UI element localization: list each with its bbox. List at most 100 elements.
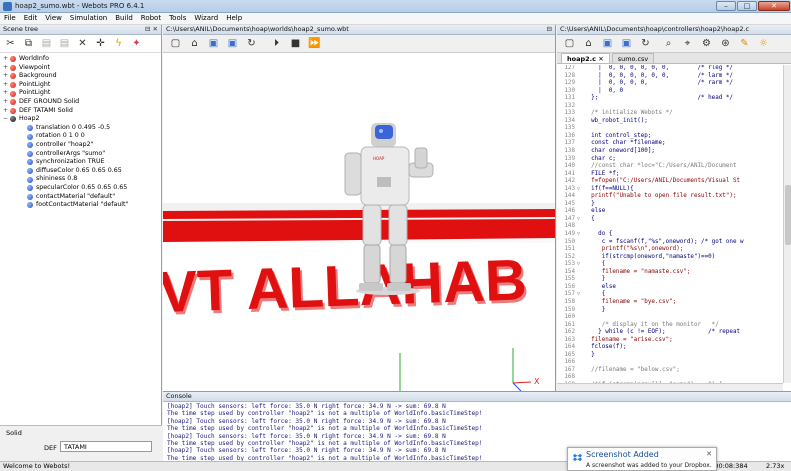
fold-marker-icon[interactable]: [577, 125, 584, 133]
code-line[interactable]: 161 /* display it on the monitor */: [557, 322, 783, 330]
menu-simulation[interactable]: Simulation: [66, 13, 111, 22]
fold-marker-icon[interactable]: [577, 359, 584, 367]
fold-marker-icon[interactable]: [577, 246, 584, 254]
save-all-icon[interactable]: ▣: [620, 37, 633, 50]
fold-marker-icon[interactable]: [577, 344, 584, 352]
tree-field[interactable]: synchronization TRUE: [2, 158, 159, 167]
editor-horizontal-scrollbar[interactable]: [557, 383, 783, 391]
code-line[interactable]: 149 ▽ do {: [557, 231, 783, 239]
fold-marker-icon[interactable]: [577, 88, 584, 96]
code-line[interactable]: 160: [557, 314, 783, 322]
fold-marker-icon[interactable]: [577, 65, 584, 73]
fold-marker-icon[interactable]: [577, 140, 584, 148]
code-line[interactable]: 136 int control_step;: [557, 133, 783, 141]
tab-sumo-csv[interactable]: sumo.csv: [611, 53, 655, 63]
maximize-button[interactable]: □: [737, 1, 757, 11]
code-line[interactable]: 155 }: [557, 276, 783, 284]
menu-help[interactable]: Help: [222, 13, 246, 22]
fold-marker-icon[interactable]: [577, 299, 584, 307]
code-line[interactable]: 133 /* initialize Webots */: [557, 110, 783, 118]
revert-file-icon[interactable]: ↻: [639, 37, 652, 50]
fold-marker-icon[interactable]: [577, 239, 584, 247]
editor-vertical-scrollbar[interactable]: [783, 65, 791, 383]
fold-marker-icon[interactable]: [577, 201, 584, 209]
code-line[interactable]: 168: [557, 374, 783, 382]
open-world-icon[interactable]: ⌂: [188, 37, 201, 50]
tree-field[interactable]: footContactMaterial "default": [2, 201, 159, 210]
tree-expand-icon[interactable]: −: [2, 115, 9, 124]
code-line[interactable]: 157 ▽ {: [557, 291, 783, 299]
fold-marker-icon[interactable]: [577, 148, 584, 156]
fold-marker-icon[interactable]: [577, 284, 584, 292]
tab-hoap2-c[interactable]: hoap2.c ✕: [561, 53, 610, 63]
menu-edit[interactable]: Edit: [20, 13, 42, 22]
fold-marker-icon[interactable]: [577, 223, 584, 231]
fold-marker-icon[interactable]: [577, 178, 584, 186]
fold-marker-icon[interactable]: [577, 163, 584, 171]
fold-marker-icon[interactable]: [577, 269, 584, 277]
menu-wizard[interactable]: Wizard: [190, 13, 222, 22]
tree-expand-icon[interactable]: +: [2, 55, 9, 64]
insert-icon[interactable]: ✛: [94, 37, 107, 50]
code-editor[interactable]: 127 | 0, 0, 0, 0, 0, 0, /* rleg */128 | …: [557, 65, 783, 383]
tree-field[interactable]: contactMaterial "default": [2, 193, 159, 202]
tree-field[interactable]: controller "hoap2": [2, 141, 159, 150]
code-line[interactable]: 167 //filename = "below.csv";: [557, 367, 783, 375]
tree-node[interactable]: + Background: [2, 72, 159, 81]
tree-field[interactable]: diffuseColor 0.65 0.65 0.65: [2, 167, 159, 176]
fold-marker-icon[interactable]: [577, 171, 584, 179]
fold-marker-icon[interactable]: [577, 156, 584, 164]
code-line[interactable]: 165 }: [557, 352, 783, 360]
code-line[interactable]: 135: [557, 125, 783, 133]
compile-icon[interactable]: ✎: [738, 37, 751, 50]
tree-node[interactable]: − Hoap2: [2, 115, 159, 124]
new-world-icon[interactable]: ▢: [169, 37, 182, 50]
fold-marker-icon[interactable]: [577, 337, 584, 345]
scene-tree-panel-controls[interactable]: ⊟ ✕: [145, 25, 158, 34]
code-line[interactable]: 127 | 0, 0, 0, 0, 0, 0, /* rleg */: [557, 65, 783, 73]
fold-marker-icon[interactable]: [577, 352, 584, 360]
code-line[interactable]: 154 filename = "namaste.csv";: [557, 269, 783, 277]
lightning-icon[interactable]: ϟ: [112, 37, 125, 50]
tree-expand-icon[interactable]: +: [2, 89, 9, 98]
clean-icon[interactable]: ⊛: [719, 37, 732, 50]
fold-marker-icon[interactable]: [577, 307, 584, 315]
fold-marker-icon[interactable]: [577, 314, 584, 322]
code-line[interactable]: 146 else: [557, 208, 783, 216]
revert-icon[interactable]: ↻: [245, 37, 258, 50]
fold-marker-icon[interactable]: [577, 254, 584, 262]
code-line[interactable]: 145 }: [557, 201, 783, 209]
code-line[interactable]: 143 ▽ if(f==NULL){: [557, 186, 783, 194]
dropbox-notification[interactable]: Screenshot Added A screenshot was added …: [567, 447, 717, 471]
menu-file[interactable]: File: [0, 13, 20, 22]
code-line[interactable]: 129 | 0, 0, 0, 0, /* rarm */: [557, 80, 783, 88]
code-line[interactable]: 134 wb_robot_init();: [557, 118, 783, 126]
fold-marker-icon[interactable]: ▽: [577, 216, 584, 224]
tree-node[interactable]: + Viewpoint: [2, 64, 159, 73]
code-line[interactable]: 138 char oneword[100];: [557, 148, 783, 156]
replace-icon[interactable]: ⌖: [681, 37, 694, 50]
fold-marker-icon[interactable]: [577, 374, 584, 382]
code-line[interactable]: 132: [557, 103, 783, 111]
fold-marker-icon[interactable]: [577, 118, 584, 126]
minimize-button[interactable]: –: [716, 1, 736, 11]
menu-view[interactable]: View: [41, 13, 66, 22]
tree-field[interactable]: specularColor 0.65 0.65 0.65: [2, 184, 159, 193]
cut-icon[interactable]: ✂: [4, 37, 17, 50]
reset-icon[interactable]: ▤: [58, 37, 71, 50]
fold-marker-icon[interactable]: [577, 208, 584, 216]
code-line[interactable]: 130 | 0, 0: [557, 88, 783, 96]
fold-marker-icon[interactable]: [577, 110, 584, 118]
code-line[interactable]: 147 ▽ {: [557, 216, 783, 224]
tree-field[interactable]: translation 0 0.495 -0.5: [2, 124, 159, 133]
code-line[interactable]: 150 c = fscanf(f,"%s",oneword); /* got o…: [557, 239, 783, 247]
close-button[interactable]: ✕: [758, 1, 790, 11]
delete-icon[interactable]: ✕: [76, 37, 89, 50]
fold-marker-icon[interactable]: ▽: [577, 291, 584, 299]
fold-marker-icon[interactable]: [577, 367, 584, 375]
save-as-icon[interactable]: ▣: [226, 37, 239, 50]
code-line[interactable]: 141 FILE *f;: [557, 171, 783, 179]
code-line[interactable]: 128 | 0, 0, 0, 0, 0, 0, /* larm */: [557, 73, 783, 81]
fold-marker-icon[interactable]: ▽: [577, 231, 584, 239]
code-line[interactable]: 148: [557, 223, 783, 231]
